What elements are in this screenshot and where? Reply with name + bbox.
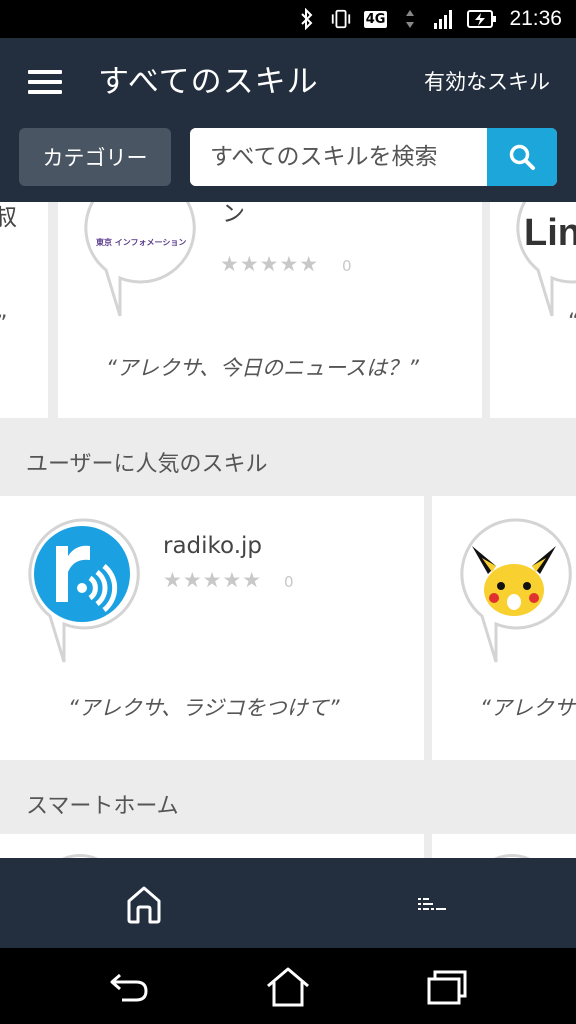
skill-phrase: “アレクサ、ラジコをつけて” xyxy=(68,696,340,720)
recents-button[interactable] xyxy=(424,964,470,1010)
data-arrows-icon xyxy=(399,8,421,30)
queue-icon xyxy=(418,898,446,910)
system-nav-bar xyxy=(0,948,576,1024)
skill-card-tokyo-info[interactable]: 東京 インフォメーション 東京インフォメーション ★★★★★ 0 “アレクサ、今… xyxy=(58,202,482,418)
skill-phrase: “アレクサ、今日のニュースは？” xyxy=(106,356,419,380)
now-playing-tab[interactable] xyxy=(410,882,454,926)
search-button[interactable] xyxy=(487,128,557,186)
back-icon xyxy=(110,973,148,1002)
skill-card-right-partial[interactable]: Lin “ xyxy=(490,202,576,418)
battery-charging-icon xyxy=(467,8,497,30)
clock: 21:36 xyxy=(509,7,562,30)
home-tab[interactable] xyxy=(122,882,166,926)
section-title-smart-home: スマートホーム xyxy=(26,794,179,819)
home-icon xyxy=(127,886,161,924)
skill-card-phrase: ” xyxy=(0,312,7,337)
bottom-nav xyxy=(0,858,576,948)
back-button[interactable] xyxy=(106,964,152,1010)
skill-name: radiko.jp xyxy=(163,533,263,559)
skills-content[interactable]: 叔 ” 東京 インフォメーション 東京インフォメーション ★★★★★ 0 “アレ… xyxy=(0,202,576,858)
network-type: 4G xyxy=(363,10,388,28)
skill-card-left-partial[interactable]: 叔 ” xyxy=(0,202,48,418)
signal-icon xyxy=(433,8,455,30)
section-title-popular: ユーザーに人気のスキル xyxy=(26,452,268,477)
page-title: すべてのスキル xyxy=(98,64,319,100)
tokyo-info-logo: 東京 インフォメーション xyxy=(96,238,187,247)
rating-count: 0 xyxy=(284,573,294,591)
search-input[interactable] xyxy=(190,128,487,186)
skill-card-radiko[interactable]: radiko.jp ★★★★★ 0 “アレクサ、ラジコをつけて” xyxy=(0,496,424,760)
rating-count: 0 xyxy=(342,257,352,275)
skill-card-title: 叔 xyxy=(0,205,17,231)
skill-icon-bubble xyxy=(84,202,196,317)
app-bar: すべてのスキル 有効なスキル カテゴリー xyxy=(0,38,576,202)
link-logo: Lin xyxy=(524,212,576,254)
enabled-skills-link[interactable]: 有効なスキル xyxy=(424,66,550,98)
skill-phrase: “アレクサ xyxy=(480,696,575,720)
skill-name: 東京インフォメーション xyxy=(222,202,245,227)
bluetooth-icon xyxy=(296,8,318,30)
home-button[interactable] xyxy=(265,964,311,1010)
search-icon xyxy=(509,144,535,170)
rating-stars: ★★★★★ xyxy=(163,568,263,592)
skill-card-pokemon[interactable]: “アレクサ xyxy=(432,496,576,760)
skill-card-phrase: “ xyxy=(568,310,576,335)
home-outline-icon xyxy=(267,967,309,1007)
status-bar: 4G 21:36 xyxy=(0,0,576,38)
menu-icon[interactable] xyxy=(28,68,62,96)
recents-icon xyxy=(427,970,467,1005)
vibrate-icon xyxy=(330,8,352,30)
pikachu-icon xyxy=(460,518,572,663)
skill-card-smart-home-2[interactable] xyxy=(432,834,576,858)
radiko-icon xyxy=(28,518,140,663)
search-box xyxy=(190,128,557,186)
skill-card-smart-home-1[interactable] xyxy=(0,834,424,858)
rating-stars: ★★★★★ xyxy=(220,252,320,276)
category-button[interactable]: カテゴリー xyxy=(19,128,171,186)
